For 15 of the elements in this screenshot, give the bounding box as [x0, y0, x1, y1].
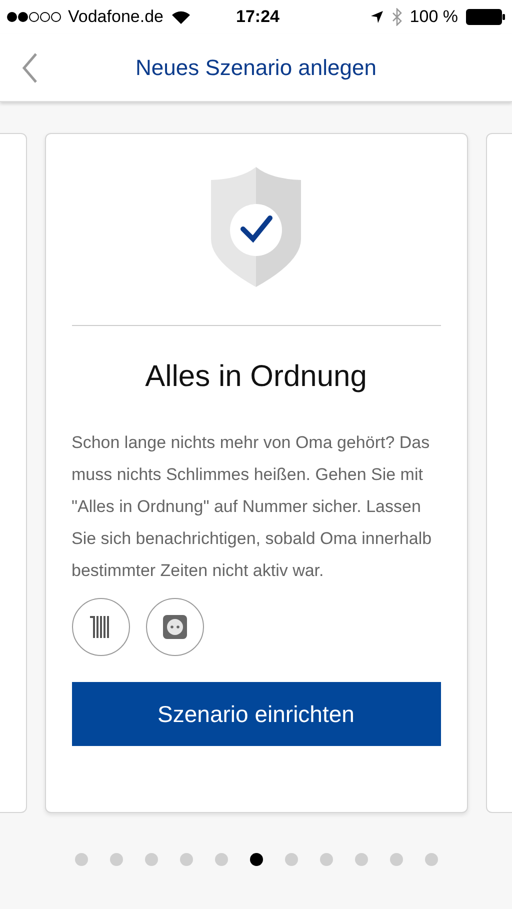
status-time: 17:24 — [236, 6, 280, 28]
wifi-icon — [171, 10, 192, 24]
carrier-name: Vodafone.de — [68, 6, 164, 28]
socket-icon — [162, 614, 188, 640]
scenario-title: Alles in Ordnung — [144, 359, 368, 395]
shield-check-icon — [211, 167, 301, 287]
scenario-description: Schon lange nichts mehr von Oma gehört? Das muss nichts Schlimmes heißen. Gehen Sie mit "Alles in Ordnung" auf Nummer sicher. Lassen Sie sich benachrichtigen, sobald Oma innerhalb bestimmter Zeiten nicht aktiv war. — [72, 432, 433, 582]
signal-icon — [6, 11, 64, 23]
location-icon — [370, 10, 384, 24]
screen-title: Neues Szenario anlegen — [136, 54, 376, 82]
battery-percent: 100 % — [410, 6, 458, 28]
back-icon — [22, 53, 38, 83]
bluetooth-icon — [392, 8, 402, 26]
setup-button[interactable]: Szenario einrichten — [72, 682, 440, 746]
battery-icon — [466, 9, 506, 25]
